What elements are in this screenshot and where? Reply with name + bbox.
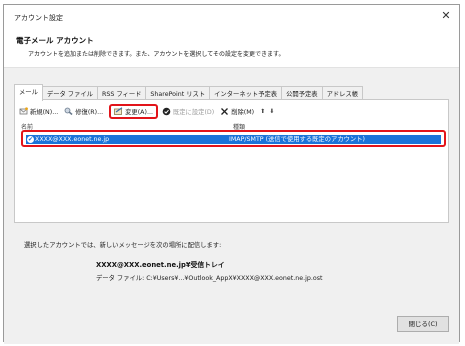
close-button[interactable]: 閉じる(C) [397, 316, 449, 332]
repair-button[interactable]: 修復(R)... [64, 107, 103, 116]
header-description: アカウントを追加または削除できます。また、アカウントを選択してその設定を変更でき… [28, 51, 285, 58]
change-icon [114, 106, 123, 116]
dialog-header: 電子メール アカウント アカウントを追加または削除できます。また、アカウントを選… [4, 29, 459, 67]
close-icon[interactable]: ✕ [439, 9, 453, 23]
selected-row-highlight: ✔ XXXX@XXX.eonet.ne.jp IMAP/SMTP (送信で使用す… [21, 130, 446, 147]
delivery-description: 選択したアカウントでは、新しいメッセージを次の場所に配信します: [24, 242, 222, 249]
title-bar: アカウント設定 ✕ [4, 5, 459, 29]
header-title: 電子メール アカウント [16, 36, 94, 45]
repair-button-label: 修復(R)... [75, 108, 104, 116]
tab-bar: メール データ ファイル RSS フィード SharePoint リスト インタ… [14, 84, 364, 101]
mail-panel: 新規(N)... 修復(R)... 変更(A)... 既定に設定(D) 削除(M… [14, 99, 449, 223]
checkmark-circle-icon [162, 107, 171, 116]
repair-icon [64, 107, 73, 116]
new-button[interactable]: 新規(N)... [19, 106, 59, 116]
table-row[interactable]: ✔ XXXX@XXX.eonet.ne.jp IMAP/SMTP (送信で使用す… [26, 135, 441, 144]
remove-button-label: 削除(M) [231, 108, 255, 116]
dialog-body: メール データ ファイル RSS フィード SharePoint リスト インタ… [4, 67, 459, 344]
delivery-folder: XXXX@XXX.eonet.ne.jp¥受信トレイ [96, 261, 225, 269]
new-button-label: 新規(N)... [30, 108, 59, 116]
change-button[interactable]: 変更(A)... [109, 103, 158, 119]
default-account-check-icon: ✔ [27, 136, 34, 143]
data-file-path: データ ファイル: C:¥Users¥...¥Outlook_AppX¥XXXX… [96, 275, 323, 282]
window-title: アカウント設定 [14, 14, 63, 22]
tab-mail[interactable]: メール [14, 84, 43, 101]
account-type: IMAP/SMTP (送信で使用する既定のアカウント) [229, 136, 365, 143]
new-account-icon [19, 106, 28, 116]
set-default-label: 既定に設定(D) [172, 108, 215, 116]
toolbar: 新規(N)... 修復(R)... 変更(A)... 既定に設定(D) 削除(M… [19, 103, 278, 119]
remove-button[interactable]: 削除(M) [220, 107, 254, 116]
move-up-icon[interactable]: ⬆ [260, 108, 265, 115]
account-settings-window: アカウント設定 ✕ 電子メール アカウント アカウントを追加または削除できます。… [3, 4, 460, 344]
move-down-icon[interactable]: ⬇ [269, 108, 274, 115]
remove-x-icon [220, 107, 229, 116]
account-name: XXXX@XXX.eonet.ne.jp [35, 136, 110, 143]
change-button-label: 変更(A)... [125, 108, 153, 116]
set-default-button[interactable]: 既定に設定(D) [162, 107, 214, 116]
